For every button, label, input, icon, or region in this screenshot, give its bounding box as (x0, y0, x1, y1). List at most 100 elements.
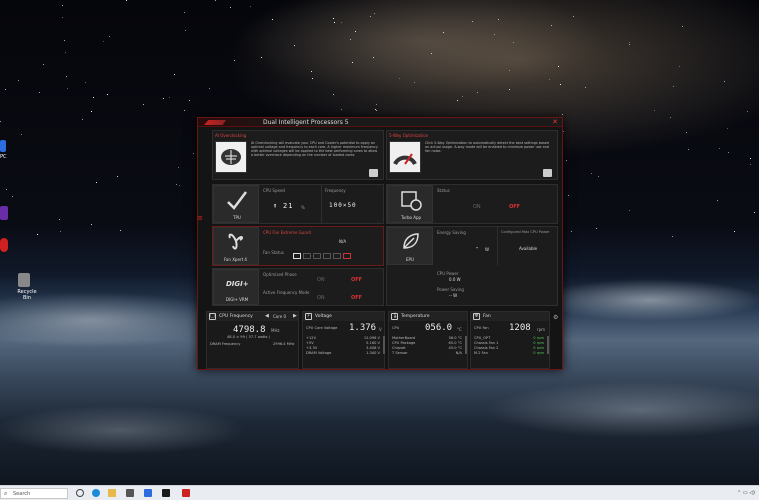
rog-logo-icon (204, 120, 226, 125)
frequency-label: Frequency (325, 188, 346, 193)
star (750, 164, 751, 165)
turbo-app-label: Turbo App (401, 215, 422, 220)
fan-xpert-button[interactable]: Fan Xpert 4 (213, 227, 259, 265)
power-saving-value: -- W (449, 293, 458, 298)
star (654, 110, 655, 111)
star (370, 16, 371, 17)
star (103, 41, 104, 42)
turbo-off-option[interactable]: OFF (509, 204, 520, 210)
star (272, 19, 273, 20)
fan-scrollbar[interactable] (547, 336, 549, 354)
star (573, 16, 574, 17)
cpu-speed-icon: ⬆ (273, 202, 279, 210)
star (261, 57, 262, 58)
star (37, 234, 38, 235)
star (509, 70, 510, 71)
star (727, 128, 728, 129)
star (341, 109, 342, 110)
configured-max-value: Available (519, 246, 538, 251)
turbo-app-button[interactable]: Turbo App (387, 185, 433, 223)
temperature-main-value: 056.0 (425, 323, 453, 333)
cpu-frequency-monitor: ▢ CPU Frequency ◀ Core 0 ▶ 4798.8 MHz 48… (206, 311, 299, 369)
star (93, 97, 94, 98)
star (96, 182, 97, 183)
freq-on-option[interactable]: ON (317, 295, 325, 301)
star (472, 21, 473, 22)
task-view-icon[interactable] (76, 489, 84, 497)
epu-button[interactable]: EPU (387, 227, 433, 265)
app-icon[interactable] (162, 489, 170, 497)
fan-title: Fan (483, 314, 491, 319)
fan-monitor: ✻ Fan CPU Fan 1208 rpm CPU_OPT 0 rpm Chas… (470, 311, 550, 369)
phase-off-option[interactable]: OFF (351, 277, 362, 283)
list-item: M.2 Fan 0 rpm (474, 351, 544, 355)
phase-on-option[interactable]: ON (317, 277, 325, 283)
turbo-on-option[interactable]: ON (473, 204, 481, 210)
five-way-doc-icon[interactable] (543, 169, 552, 177)
desktop-icon-app[interactable] (0, 206, 8, 220)
temperature-title: Temperature (401, 314, 430, 319)
cpu-fan-guard-value: N/A (339, 239, 347, 244)
ai-brain-icon[interactable] (215, 141, 247, 173)
edge-icon[interactable] (92, 489, 100, 497)
system-tray-icon[interactable]: ⌃ ▭ ◁) (737, 490, 755, 496)
dram-frequency-value: 2996.4 MHz (273, 342, 295, 346)
store-icon[interactable] (126, 489, 134, 497)
temperature-scrollbar[interactable] (465, 336, 467, 354)
star (457, 100, 458, 101)
star (513, 42, 514, 43)
star (209, 88, 210, 89)
title-bar[interactable]: Dual Intelligent Processors 5 ✕ (198, 118, 562, 127)
star (294, 45, 295, 46)
rog-app-icon[interactable] (182, 489, 190, 497)
sidebar-toggle-icon[interactable]: ≡ (197, 214, 204, 224)
thermometer-icon: 🌡 (391, 313, 399, 320)
freq-off-option[interactable]: OFF (351, 295, 362, 301)
five-way-gauge-icon[interactable] (389, 141, 421, 173)
star (250, 6, 251, 7)
star (43, 64, 44, 65)
fan-status-icon (293, 253, 301, 259)
cpu-frequency-value: 4798.8 (233, 325, 266, 335)
cpu-power-label: CPU Power (437, 271, 459, 276)
star (341, 22, 342, 23)
mail-icon[interactable] (144, 489, 152, 497)
ai-overclocking-description: AI Overclocking will evaluate your CPU a… (251, 141, 378, 157)
star (672, 236, 673, 237)
core-prev-icon[interactable]: ◀ (265, 313, 269, 319)
taskbar-search[interactable]: ⌕ Search (0, 488, 68, 499)
desktop-icon-app-red[interactable] (0, 238, 8, 252)
desktop-icon-pc[interactable] (0, 140, 6, 152)
fan-status-icon (303, 253, 311, 259)
monitor-settings-icon[interactable]: ⚙ (553, 314, 558, 321)
fan-status-icon (313, 253, 321, 259)
voltage-main-unit: V (379, 327, 382, 332)
star (549, 79, 550, 80)
core-next-icon[interactable]: ▶ (293, 313, 297, 319)
close-button[interactable]: ✕ (552, 118, 558, 126)
star (688, 149, 689, 150)
star (629, 210, 630, 211)
recycle-bin-icon[interactable] (18, 273, 30, 287)
star (399, 78, 400, 79)
tpu-button[interactable]: TPU (213, 185, 259, 223)
core-selector[interactable]: Core 0 (273, 314, 286, 319)
ai-overclocking-doc-icon[interactable] (369, 169, 378, 177)
file-explorer-icon[interactable] (108, 489, 116, 497)
epu-label: EPU (406, 257, 414, 262)
fan-header: ✻ Fan (471, 312, 549, 321)
star (178, 167, 179, 168)
star (350, 39, 351, 40)
digi-vrm-button[interactable]: DIGI+ DIGI+ VRM (213, 269, 259, 305)
list-item: T Sensor N/A (392, 351, 462, 355)
epu-leaf-icon (403, 233, 419, 249)
star (39, 92, 40, 93)
fan-main-unit: rpm (537, 327, 546, 332)
cpu-fan-guard-label: CPU Fan Extreme Guard (263, 230, 311, 235)
frequency-value: 100×50 (329, 202, 357, 209)
star (62, 17, 63, 18)
voltage-scrollbar[interactable] (383, 336, 385, 354)
star (682, 26, 683, 27)
star (376, 110, 377, 111)
voltage-monitor: ⚡ Voltage CPU Core Voltage 1.376 V +12V 1… (302, 311, 385, 369)
